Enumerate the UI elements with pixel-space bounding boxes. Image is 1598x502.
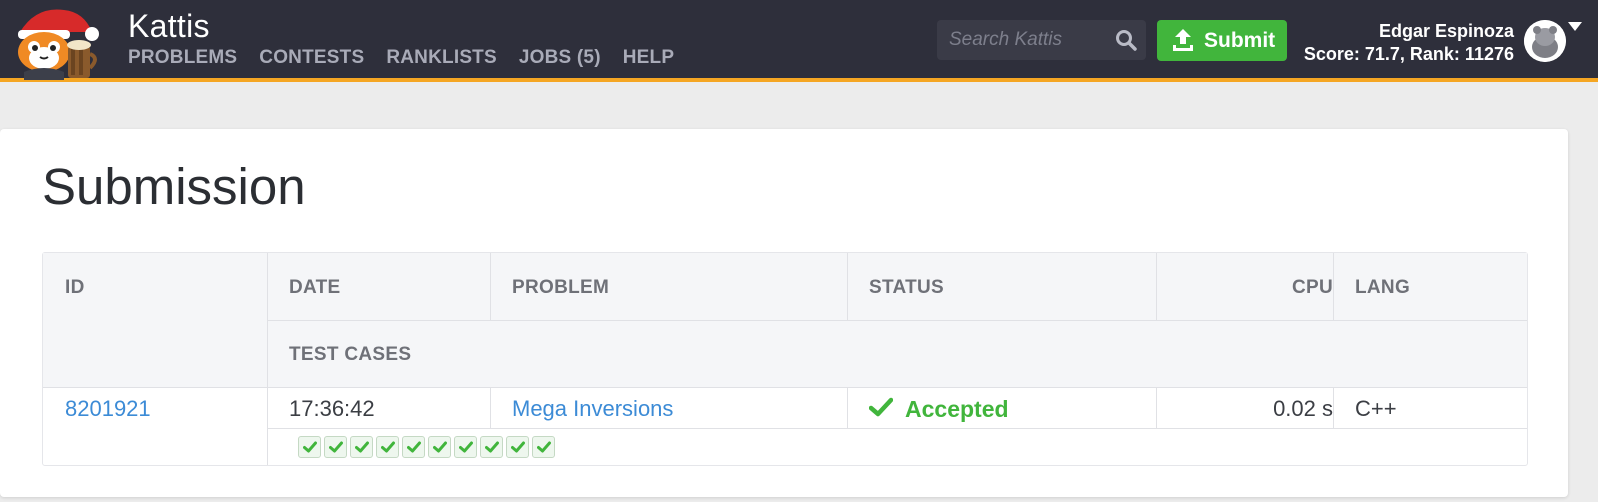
test-case-passed-icon[interactable] [350,436,373,458]
col-header-test-cases: TEST CASES [289,344,412,365]
submit-label: Submit [1204,29,1276,52]
test-case-passed-icon[interactable] [376,436,399,458]
kattis-logo[interactable] [6,2,102,80]
nav-contests[interactable]: CONTESTS [259,47,364,69]
nav-ranklists[interactable]: RANKLISTS [386,47,497,69]
cpu-time: 0.02 s [1273,396,1333,421]
status-text: Accepted [905,396,1009,422]
test-case-passed-icon[interactable] [298,436,321,458]
col-header-problem: PROBLEM [512,277,610,298]
problem-link[interactable]: Mega Inversions [512,396,673,421]
main-nav: PROBLEMS CONTESTS RANKLISTS JOBS (5) HEL… [128,47,674,69]
test-case-passed-icon[interactable] [324,436,347,458]
user-info[interactable]: Edgar Espinoza Score: 71.7, Rank: 11276 [1304,20,1514,66]
test-case-passed-icon[interactable] [506,436,529,458]
nav-help[interactable]: HELP [623,47,674,69]
col-header-status: STATUS [869,277,944,298]
submission-date: 17:36:42 [289,396,375,421]
status-cell: Accepted [868,396,1009,423]
user-menu-caret-icon[interactable] [1568,22,1582,31]
page-title: Submission [42,158,306,215]
user-avatar[interactable] [1524,20,1566,62]
nav-problems[interactable]: PROBLEMS [128,47,237,69]
brand-title[interactable]: Kattis [128,8,210,45]
submission-id-link[interactable]: 8201921 [65,396,151,421]
search-box [937,20,1146,60]
test-cases-list [298,436,555,458]
test-case-passed-icon[interactable] [454,436,477,458]
language: C++ [1355,396,1397,421]
submission-panel: Submission ID DATE PROBLEM STATUS CPU LA… [0,129,1568,497]
test-case-passed-icon[interactable] [480,436,503,458]
search-input[interactable] [949,20,1107,60]
user-name: Edgar Espinoza [1378,21,1514,41]
submission-table: ID DATE PROBLEM STATUS CPU LANG TEST CAS… [42,252,1528,466]
top-navbar: Kattis PROBLEMS CONTESTS RANKLISTS JOBS … [0,0,1598,82]
search-icon[interactable] [1114,28,1138,52]
user-stats: Score: 71.7, Rank: 11276 [1303,44,1514,64]
submit-button[interactable]: Submit [1157,20,1287,61]
upload-icon [1171,27,1195,53]
nav-jobs[interactable]: JOBS (5) [519,47,601,69]
test-case-passed-icon[interactable] [532,436,555,458]
col-header-id: ID [65,277,85,298]
check-icon [868,396,894,423]
test-case-passed-icon[interactable] [428,436,451,458]
col-header-date: DATE [289,277,341,298]
col-header-cpu: CPU [1291,277,1333,298]
test-case-passed-icon[interactable] [402,436,425,458]
col-header-lang: LANG [1355,277,1411,298]
